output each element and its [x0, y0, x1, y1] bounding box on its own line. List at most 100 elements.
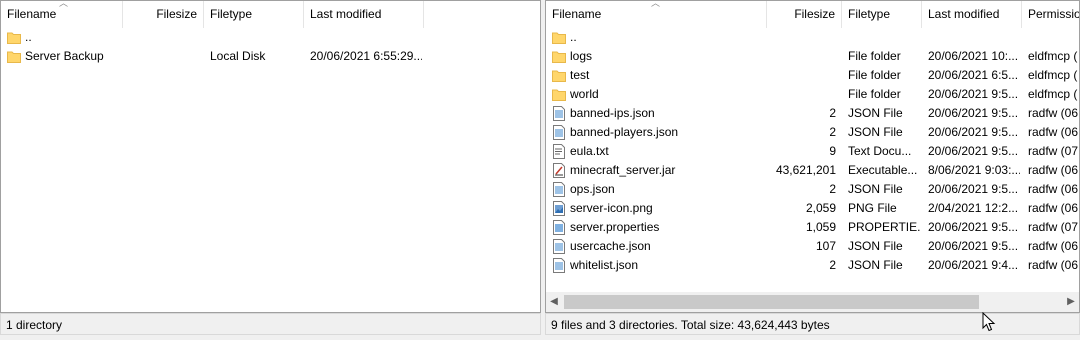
- scroll-right-icon[interactable]: ▶: [1063, 292, 1079, 312]
- column-label: Filetype: [848, 7, 891, 21]
- column-header-filesize[interactable]: Filesize: [123, 1, 204, 28]
- local-status-bar: 1 directory: [0, 313, 541, 335]
- file-size: 2: [829, 182, 836, 196]
- file-permissions: radfw (06: [1028, 239, 1079, 253]
- file-row[interactable]: banned-players.json 2 JSON File 20/06/2021 …: [546, 123, 1079, 142]
- file-permissions: radfw (06: [1028, 258, 1079, 272]
- file-size: 107: [815, 239, 836, 253]
- file-permissions: radfw (06: [1028, 106, 1079, 120]
- file-last-modified: 2/04/2021 12:2...: [928, 201, 1019, 215]
- file-row[interactable]: ..: [546, 28, 1079, 47]
- file-name: test: [570, 68, 590, 82]
- file-last-modified: [928, 28, 1020, 47]
- file-type: JSON File: [848, 239, 903, 253]
- file-size: 2: [829, 125, 836, 139]
- column-header-filesize[interactable]: Filesize: [767, 1, 842, 28]
- file-size: 1,059: [805, 220, 836, 234]
- jar-file-icon: [552, 163, 566, 178]
- column-header-filetype[interactable]: Filetype: [842, 1, 922, 28]
- scroll-left-icon[interactable]: ◀: [546, 292, 562, 312]
- column-label: Filetype: [210, 7, 253, 21]
- file-row[interactable]: minecraft_server.jar 43,621,201 Executable…: [546, 161, 1079, 180]
- file-type: JSON File: [848, 125, 903, 139]
- file-last-modified: 20/06/2021 6:5...: [928, 68, 1019, 82]
- folder-icon: [552, 87, 566, 102]
- file-row[interactable]: server.properties 1,059 PROPERTIE... 20/06/…: [546, 218, 1079, 237]
- file-row[interactable]: usercache.json 107 JSON File 20/06/2021 9:5…: [546, 237, 1079, 256]
- file-row[interactable]: banned-ips.json 2 JSON File 20/06/2021 9:5.…: [546, 104, 1079, 123]
- column-header-filetype[interactable]: Filetype: [204, 1, 304, 28]
- file-last-modified: 20/06/2021 9:5...: [928, 182, 1019, 196]
- file-last-modified: 8/06/2021 9:03:...: [928, 163, 1020, 177]
- file-type: [210, 28, 302, 47]
- file-type: [848, 28, 920, 47]
- file-row[interactable]: world File folder 20/06/2021 9:5... eldfmcp…: [546, 85, 1079, 104]
- column-header-filename[interactable]: Filename ︿: [1, 1, 123, 28]
- file-name: server-icon.png: [570, 201, 653, 215]
- file-type: JSON File: [848, 182, 903, 196]
- local-list-header: Filename ︿ Filesize Filetype Last modifi…: [1, 1, 540, 28]
- column-header-last-modified[interactable]: Last modified: [304, 1, 424, 28]
- file-row[interactable]: ops.json 2 JSON File 20/06/2021 9:5... radfw…: [546, 180, 1079, 199]
- file-name: whitelist.json: [570, 258, 639, 272]
- folder-icon: [552, 68, 566, 83]
- file-permissions: radfw (07: [1028, 144, 1079, 158]
- column-label: Permissio: [1028, 7, 1080, 21]
- column-label: Filename: [552, 7, 602, 21]
- local-file-list[interactable]: Filename ︿ Filesize Filetype Last modifi…: [0, 0, 541, 313]
- file-name: minecraft_server.jar: [570, 163, 676, 177]
- file-row[interactable]: ..: [1, 28, 540, 47]
- json-file-icon: [552, 182, 566, 197]
- file-last-modified: 20/06/2021 9:5...: [928, 144, 1019, 158]
- file-name: banned-ips.json: [570, 106, 655, 120]
- file-last-modified: 20/06/2021 9:4...: [928, 258, 1019, 272]
- folder-icon: [552, 30, 566, 45]
- file-row[interactable]: test File folder 20/06/2021 6:5... eldfmcp …: [546, 66, 1079, 85]
- file-last-modified: 20/06/2021 9:5...: [928, 106, 1019, 120]
- json-file-icon: [552, 258, 566, 273]
- file-size: [767, 66, 836, 85]
- file-type: Text Docu...: [848, 144, 912, 158]
- properties-file-icon: [552, 220, 566, 235]
- file-permissions: eldfmcp (: [1028, 49, 1078, 63]
- sort-ascending-icon: ︿: [59, 1, 69, 8]
- remote-list-header: Filename ︿ Filesize Filetype Last modifi…: [546, 1, 1079, 28]
- file-name: banned-players.json: [570, 125, 679, 139]
- file-last-modified: 20/06/2021 9:5...: [928, 220, 1019, 234]
- file-last-modified: 20/06/2021 9:5...: [928, 87, 1019, 101]
- column-header-filename[interactable]: Filename ︿: [546, 1, 767, 28]
- file-row[interactable]: whitelist.json 2 JSON File 20/06/2021 9:4..…: [546, 256, 1079, 275]
- file-row[interactable]: eula.txt 9 Text Docu... 20/06/2021 9:5... ra…: [546, 142, 1079, 161]
- remote-status-text: 9 files and 3 directories. Total size: 4…: [551, 318, 830, 332]
- file-permissions: radfw (06: [1028, 163, 1079, 177]
- column-header-permissions[interactable]: Permissio: [1022, 1, 1080, 28]
- file-permissions: [1028, 28, 1079, 47]
- column-label: Filesize: [794, 7, 835, 21]
- file-last-modified: 20/06/2021 9:5...: [928, 125, 1019, 139]
- column-header-last-modified[interactable]: Last modified: [922, 1, 1022, 28]
- file-type: JSON File: [848, 258, 903, 272]
- file-type: JSON File: [848, 106, 903, 120]
- file-last-modified: 20/06/2021 9:5...: [928, 239, 1019, 253]
- file-size: [123, 47, 198, 66]
- file-row[interactable]: server-icon.png 2,059 PNG File 2/04/2021 12…: [546, 199, 1079, 218]
- json-file-icon: [552, 106, 566, 121]
- file-permissions: radfw (07: [1028, 220, 1079, 234]
- remote-file-list[interactable]: Filename ︿ Filesize Filetype Last modifi…: [545, 0, 1080, 313]
- horizontal-scrollbar[interactable]: ◀ ▶: [546, 292, 1079, 312]
- file-size: [767, 28, 836, 47]
- json-file-icon: [552, 239, 566, 254]
- file-row[interactable]: Server Backup Local Disk 20/06/2021 6:55:2…: [1, 47, 540, 66]
- file-name: ops.json: [570, 182, 615, 196]
- file-name: server.properties: [570, 220, 660, 234]
- column-label: Last modified: [310, 7, 382, 21]
- file-row[interactable]: logs File folder 20/06/2021 10:... eldfmcp …: [546, 47, 1079, 66]
- file-last-modified: 20/06/2021 6:55:29...: [310, 49, 422, 63]
- scrollbar-thumb[interactable]: [564, 295, 979, 309]
- file-type: PROPERTIE...: [848, 220, 920, 234]
- folder-icon: [552, 49, 566, 64]
- file-permissions: radfw (06: [1028, 182, 1079, 196]
- file-permissions: eldfmcp (: [1028, 87, 1078, 101]
- file-size: [767, 85, 836, 104]
- column-label: Filesize: [156, 7, 197, 21]
